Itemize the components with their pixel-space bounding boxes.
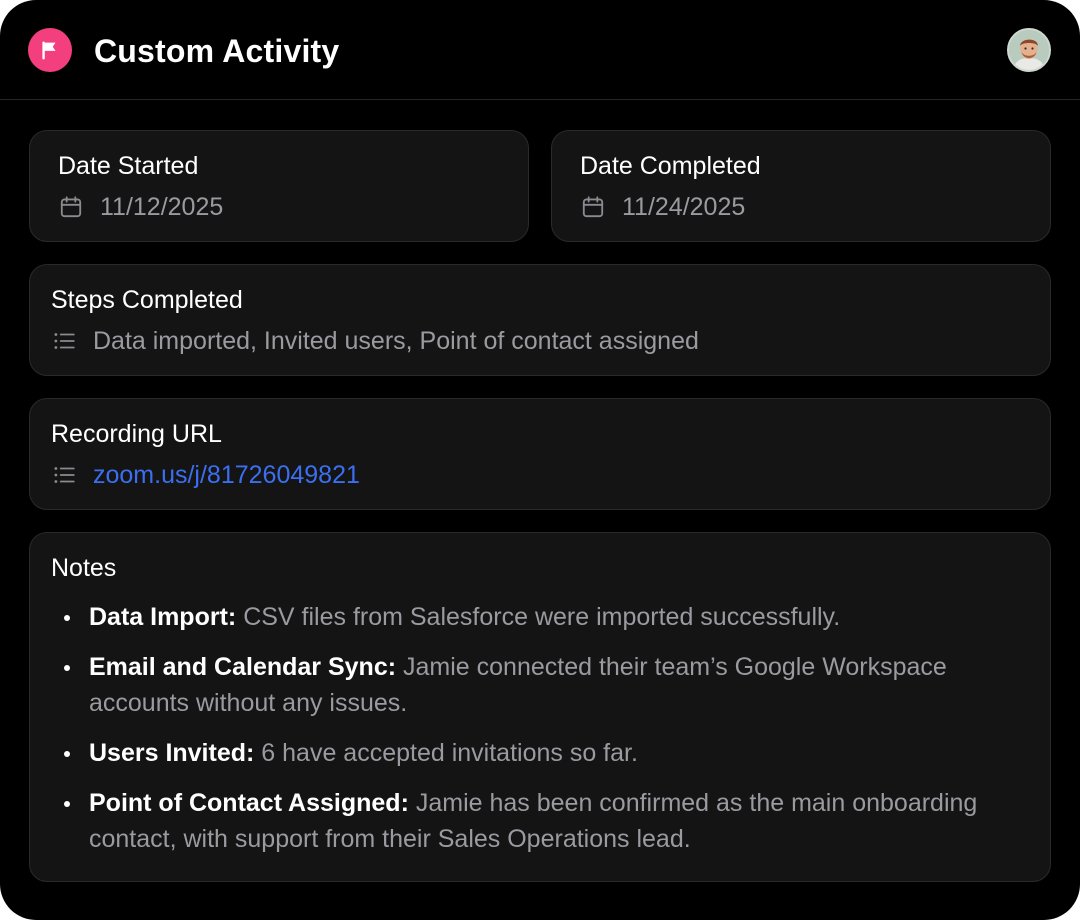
steps-completed-value-row[interactable]: Data imported, Invited users, Point of c… bbox=[51, 325, 699, 357]
steps-completed-value: Data imported, Invited users, Point of c… bbox=[93, 327, 699, 355]
note-text: 6 have accepted invitations so far. bbox=[261, 739, 638, 767]
list-item: Data Import: CSV files from Salesforce w… bbox=[64, 599, 1034, 635]
date-started-value: 11/12/2025 bbox=[100, 193, 224, 221]
date-started-card: Date Started 11/12/2025 bbox=[29, 130, 529, 242]
steps-completed-label: Steps Completed bbox=[51, 286, 243, 314]
date-completed-label: Date Completed bbox=[580, 152, 761, 180]
note-heading: Data Import: bbox=[89, 603, 237, 631]
recording-url-card: Recording URL zoom.us/j/81726049821 bbox=[29, 398, 1051, 510]
recording-url-link[interactable]: zoom.us/j/81726049821 bbox=[93, 459, 360, 491]
note-text: CSV files from Salesforce were imported … bbox=[243, 603, 841, 631]
avatar[interactable] bbox=[1007, 28, 1051, 72]
calendar-icon bbox=[582, 196, 604, 218]
date-started-label: Date Started bbox=[58, 152, 199, 180]
activity-window: Custom Activity Date Started 11/12/2025 bbox=[0, 0, 1080, 920]
date-completed-value: 11/24/2025 bbox=[622, 193, 746, 221]
date-completed-value-row[interactable]: 11/24/2025 bbox=[580, 191, 745, 223]
note-heading: Email and Calendar Sync: bbox=[89, 653, 397, 681]
notes-list: Data Import: CSV files from Salesforce w… bbox=[64, 599, 1034, 871]
date-started-value-row[interactable]: 11/12/2025 bbox=[58, 191, 223, 223]
page-title: Custom Activity bbox=[94, 33, 340, 69]
list-icon bbox=[54, 333, 75, 349]
recording-url-value-row: zoom.us/j/81726049821 bbox=[51, 459, 360, 491]
calendar-icon bbox=[60, 196, 82, 218]
list-item: Point of Contact Assigned: Jamie has bee… bbox=[64, 785, 1034, 857]
user-avatar-icon bbox=[1009, 30, 1049, 70]
flag-icon bbox=[42, 41, 56, 60]
header: Custom Activity bbox=[0, 0, 1080, 100]
notes-card: Notes Data Import: CSV files from Salesf… bbox=[29, 532, 1051, 882]
list-icon bbox=[54, 467, 75, 483]
flag-badge bbox=[28, 28, 72, 72]
recording-url-label: Recording URL bbox=[51, 420, 222, 448]
note-heading: Point of Contact Assigned: bbox=[89, 789, 409, 817]
note-heading: Users Invited: bbox=[89, 739, 255, 767]
steps-completed-card: Steps Completed Data imported, Invited u… bbox=[29, 264, 1051, 376]
date-completed-card: Date Completed 11/24/2025 bbox=[551, 130, 1051, 242]
list-item: Users Invited: 6 have accepted invitatio… bbox=[64, 735, 1034, 771]
notes-label: Notes bbox=[51, 554, 117, 582]
list-item: Email and Calendar Sync: Jamie connected… bbox=[64, 649, 1034, 721]
